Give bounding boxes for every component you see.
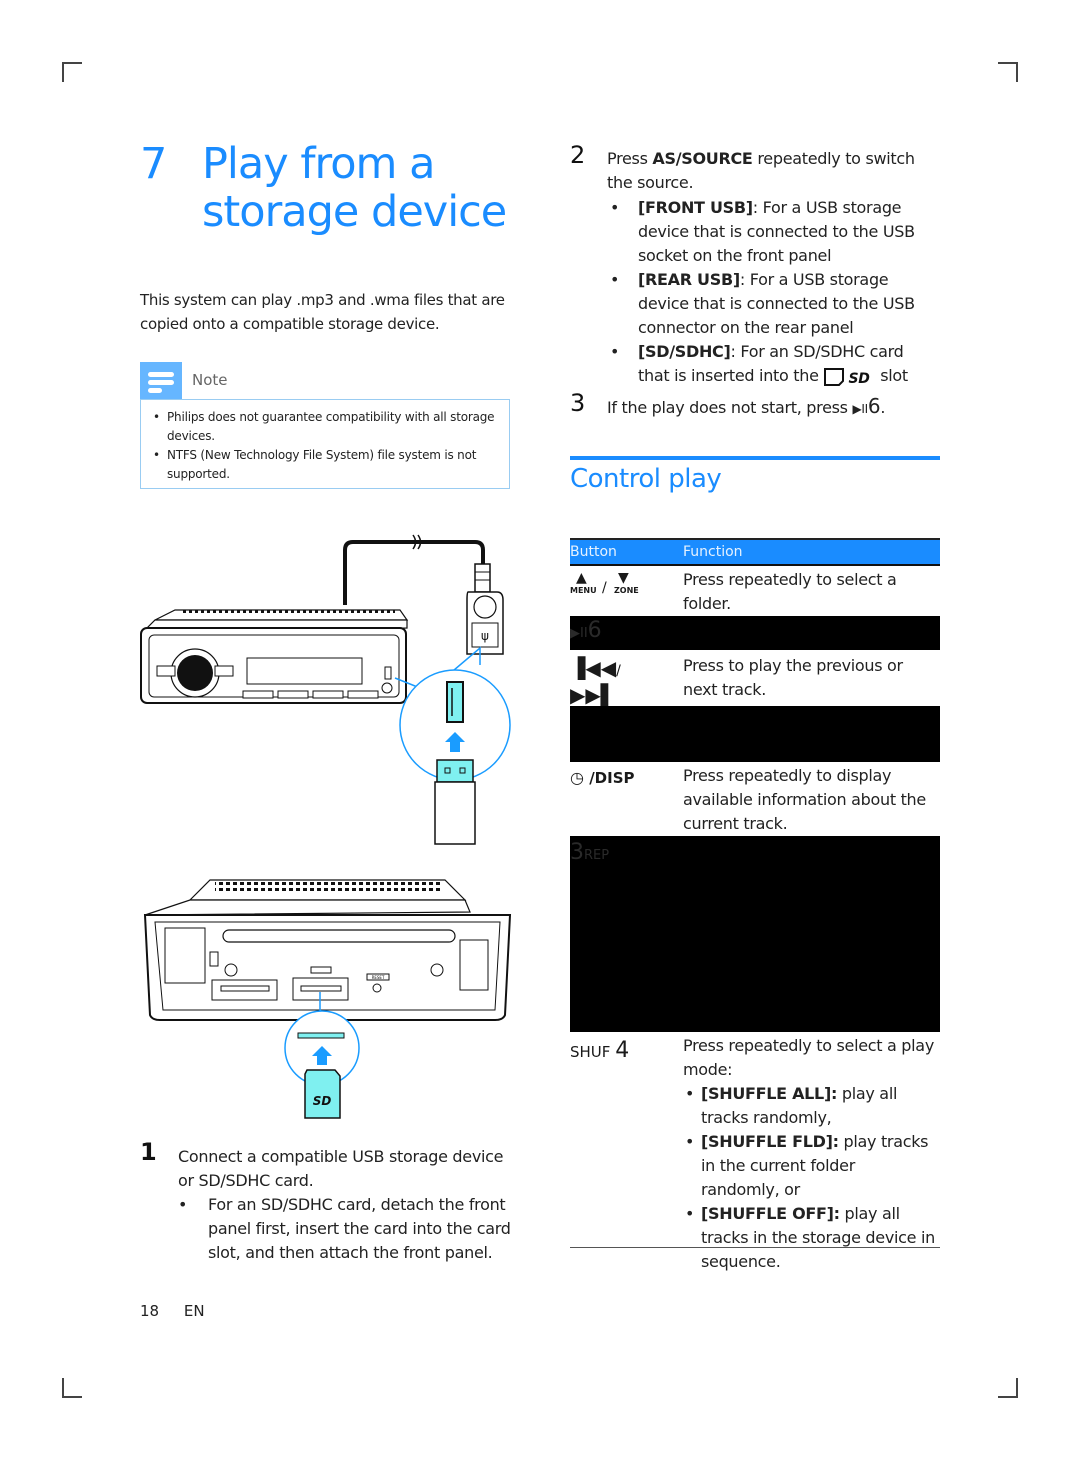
note-icon [140, 362, 182, 400]
section-title: Control play [570, 464, 722, 494]
table-row-redacted [570, 706, 940, 762]
sd-logo: SD [313, 1094, 332, 1108]
step1-text: Connect a compatible USB storage device … [178, 1147, 504, 1190]
intro-paragraph: This system can play .mp3 and .wma files… [140, 291, 505, 333]
chapter-title: Play from a storage device [202, 139, 507, 237]
table-row: ◷ /DISP Press repeatedly to display avai… [570, 762, 940, 836]
cd-slot [222, 929, 456, 943]
row-function: Press repeatedly to select a folder. [683, 570, 897, 613]
sd-slot-illustration: RESET SD [143, 879, 512, 1119]
step-number: 1 [140, 1138, 157, 1166]
note-box: Philips does not guarantee compatibility… [140, 399, 510, 489]
note-item: NTFS (New Technology File System) file s… [153, 446, 499, 484]
crop-mark-top-right [998, 62, 1018, 82]
previous-track-icon: ▐◀◀ [570, 656, 617, 680]
shuffle-mode-off: • [SHUFFLE OFF]: play all tracks in the s… [685, 1204, 935, 1271]
control-play-table: Button Function ▲ MENU / ▼ ZONE Press re… [570, 538, 940, 1271]
crop-mark-top-left [62, 62, 82, 82]
table-row: ▐◀◀/ ▶▶▌ Press to play the previous or n… [570, 650, 940, 707]
step-number: 2 [570, 141, 586, 169]
next-track-icon: ▶▶▌ [570, 683, 617, 707]
row-function: Press repeatedly to select a play mode: … [683, 1034, 938, 1274]
page-footer: 18 EN [140, 1302, 205, 1320]
language-code: EN [183, 1302, 205, 1320]
svg-text:SD: SD [849, 371, 870, 387]
chapter-number: 7 [140, 139, 168, 189]
sd-slot-icon: SD [824, 367, 870, 387]
shuffle-mode-all: • [SHUFFLE ALL]: play all tracks randomly… [685, 1084, 898, 1127]
repeat-button: 3REP [570, 840, 610, 865]
row-function: Press to play the previous or next track… [683, 656, 903, 699]
play-pause-icon: ▶II [852, 402, 868, 416]
table-header: Button Function [570, 538, 940, 566]
shuffle-button: SHUF 4 [570, 1038, 630, 1063]
step1-bullet: For an SD/SDHC card, detach the front pa… [208, 1195, 511, 1262]
reset-label: RESET [372, 975, 385, 980]
bullet: • [610, 270, 620, 289]
source-option-rear-usb: [REAR USB]: For a USB storage device tha… [638, 270, 915, 337]
usb-socket [446, 681, 464, 723]
page-number: 18 [140, 1302, 160, 1320]
shuffle-mode-folder: • [SHUFFLE FLD]: play tracks in the curre… [685, 1132, 929, 1199]
table-row-redacted: ▶II6 [570, 616, 940, 650]
step-number: 3 [570, 389, 586, 417]
table-row: ▲ MENU / ▼ ZONE Press repeatedly to sele… [570, 566, 940, 616]
step3-text: If the play does not start, press ▶II6. [607, 394, 886, 418]
table-row: SHUF 4 Press repeatedly to select a play… [570, 1032, 940, 1271]
prev-next-buttons: ▐◀◀/ ▶▶▌ [570, 656, 621, 707]
row-function: Press repeatedly to display available in… [683, 766, 926, 833]
bullet: • [178, 1195, 188, 1214]
note-item: Philips does not guarantee compatibility… [153, 408, 499, 446]
volume-knob [177, 655, 213, 691]
table-row-redacted: 3REP [570, 836, 940, 1032]
source-option-sd-sdhc: [SD/SDHC]: For an SD/SDHC card that is i… [638, 342, 908, 387]
reset-button [372, 983, 382, 993]
header-button: Button [570, 544, 617, 560]
down-arrow-icon: ▼ [618, 570, 629, 586]
crop-mark-bottom-left [62, 1378, 82, 1398]
play-pause-button: ▶II6 [570, 618, 602, 643]
up-arrow-icon: ▲ [576, 570, 587, 586]
display-window [246, 657, 363, 685]
clock-icon: ◷ [570, 768, 584, 787]
chapter-title-line2: storage device [202, 187, 507, 237]
note-label: Note [192, 371, 228, 389]
front-usb-illustration: ψ [140, 534, 511, 845]
header-function: Function [683, 544, 743, 560]
bullet: • [610, 342, 620, 361]
usb-flash-drive [434, 781, 476, 845]
usb-cable [343, 540, 485, 605]
disp-button: ◷ /DISP [570, 768, 635, 787]
bullet: • [610, 198, 620, 217]
crop-mark-bottom-right [998, 1378, 1018, 1398]
usb-symbol-icon: ψ [481, 629, 489, 643]
chapter-title-line1: Play from a [202, 139, 435, 189]
source-option-front-usb: [FRONT USB]: For a USB storage device th… [638, 198, 915, 265]
source-button-label: AS/SOURCE [652, 149, 753, 168]
menu-zone-buttons: ▲ MENU / ▼ ZONE [570, 570, 639, 596]
section-divider [570, 456, 940, 460]
step2-text: Press AS/SOURCE repeatedly to switch the… [607, 149, 915, 192]
